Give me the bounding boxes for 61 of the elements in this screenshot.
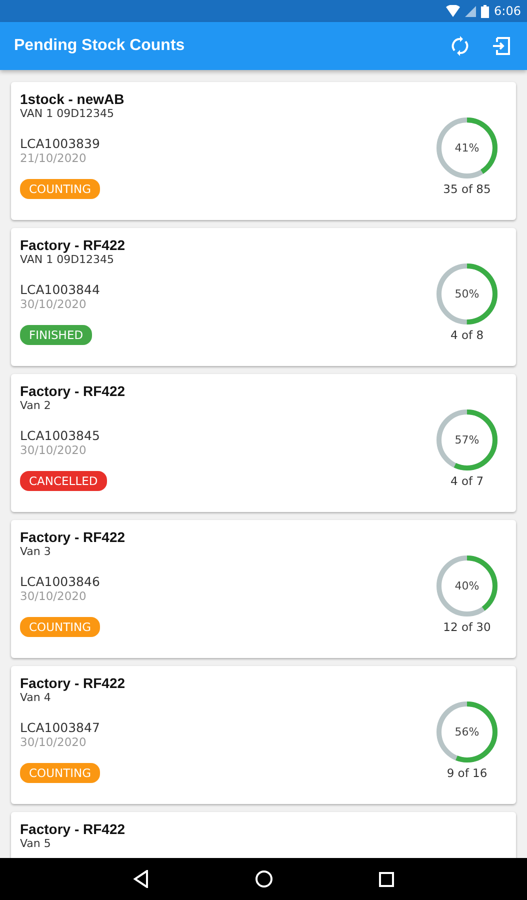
status-time: 6:06 (494, 4, 521, 18)
signal-icon (465, 6, 476, 16)
back-button[interactable] (133, 870, 149, 888)
count-title: Factory - RF422 (20, 383, 126, 399)
vehicle-label: VAN 1 09D12345 (20, 107, 114, 120)
percent-label: 41% (454, 142, 480, 154)
progress-count: 12 of 30 (443, 620, 491, 634)
count-title: 1stock - newAB (20, 91, 124, 107)
progress-ring (435, 554, 499, 618)
home-icon (255, 870, 273, 888)
progress-ring (435, 116, 499, 180)
percent-label: 40% (454, 580, 480, 592)
percent-label: 57% (454, 434, 480, 446)
sync-icon (451, 36, 469, 56)
screen-title: Pending Stock Counts (14, 37, 186, 55)
count-title: Factory - RF422 (20, 529, 126, 545)
count-date: 30/10/2020 (20, 443, 86, 457)
progress-ring (435, 408, 499, 472)
battery-icon (481, 4, 490, 18)
back-icon (133, 870, 149, 888)
status-badge: CANCELLED (20, 471, 107, 491)
reference-number: LCA1003847 (20, 720, 100, 735)
reference-number: LCA1003839 (20, 136, 100, 151)
progress-count: 9 of 16 (446, 766, 488, 780)
vehicle-label: Van 2 (20, 399, 51, 412)
status-badge: FINISHED (20, 325, 92, 345)
progress-ring (435, 700, 499, 764)
logout-icon (493, 37, 511, 55)
stock-count-card[interactable]: Factory - RF422 Van 3 LCA1003846 30/10/2020 COUNTING 40% 12 of 30 (11, 520, 516, 658)
progress-count: 4 of 7 (450, 474, 484, 488)
vehicle-label: Van 3 (20, 545, 51, 558)
home-button[interactable] (255, 870, 273, 888)
percent-label: 56% (454, 726, 480, 738)
vehicle-label: Van 4 (20, 691, 51, 704)
count-date: 30/10/2020 (20, 589, 86, 603)
reference-number: LCA1003845 (20, 428, 100, 443)
stock-count-card[interactable]: Factory - RF422 Van 4 LCA1003847 30/10/2020 COUNTING 56% 9 of 16 (11, 666, 516, 804)
count-title: Factory - RF422 (20, 237, 126, 253)
recents-button[interactable] (379, 872, 394, 886)
stock-count-card[interactable]: 1stock - newAB VAN 1 09D12345 LCA1003839 21/10/2020 COUNTING 41% 35 of 85 (11, 82, 516, 220)
progress-ring (435, 262, 499, 326)
vehicle-label: Van 5 (20, 837, 51, 850)
count-title: Factory - RF422 (20, 675, 126, 691)
reference-number: LCA1003846 (20, 574, 100, 589)
count-date: 21/10/2020 (20, 151, 86, 165)
status-badge: COUNTING (20, 617, 100, 637)
vehicle-label: VAN 1 09D12345 (20, 253, 114, 266)
count-date: 30/10/2020 (20, 735, 86, 749)
stock-count-card[interactable]: Factory - RF422 Van 5 (11, 812, 516, 858)
percent-label: 50% (454, 288, 480, 300)
recents-icon (379, 872, 394, 886)
count-title: Factory - RF422 (20, 821, 126, 837)
reference-number: LCA1003844 (20, 282, 100, 297)
wifi-icon (446, 5, 460, 17)
stock-count-card[interactable]: Factory - RF422 VAN 1 09D12345 LCA1003844 30/10/2020 FINISHED 50% 4 of 8 (11, 228, 516, 366)
status-badge: COUNTING (20, 179, 100, 199)
progress-count: 35 of 85 (443, 182, 491, 196)
count-date: 30/10/2020 (20, 297, 86, 311)
progress-count: 4 of 8 (450, 328, 484, 342)
stock-count-card[interactable]: Factory - RF422 Van 2 LCA1003845 30/10/2020 CANCELLED 57% 4 of 7 (11, 374, 516, 512)
status-badge: COUNTING (20, 763, 100, 783)
